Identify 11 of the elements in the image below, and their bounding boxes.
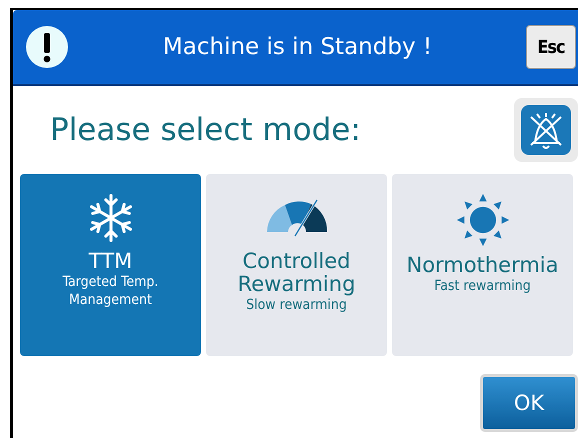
prompt-text: Please select mode:: [49, 112, 361, 148]
mode-card[interactable]: Controlled Rewarming Slow rewarming: [206, 174, 387, 356]
sun-icon: [454, 192, 510, 248]
alarm-mute-button[interactable]: [514, 98, 578, 162]
window-title: Machine is in Standby !: [162, 34, 434, 60]
esc-button[interactable]: Esc: [526, 25, 576, 69]
mode-card[interactable]: TTM Targeted Temp. Management: [20, 174, 201, 356]
mode-card[interactable]: Normothermia Fast rewarming: [392, 174, 573, 356]
ok-button[interactable]: OK: [480, 374, 578, 432]
alert-icon: [25, 25, 69, 69]
muted-bell-icon: [521, 105, 571, 155]
